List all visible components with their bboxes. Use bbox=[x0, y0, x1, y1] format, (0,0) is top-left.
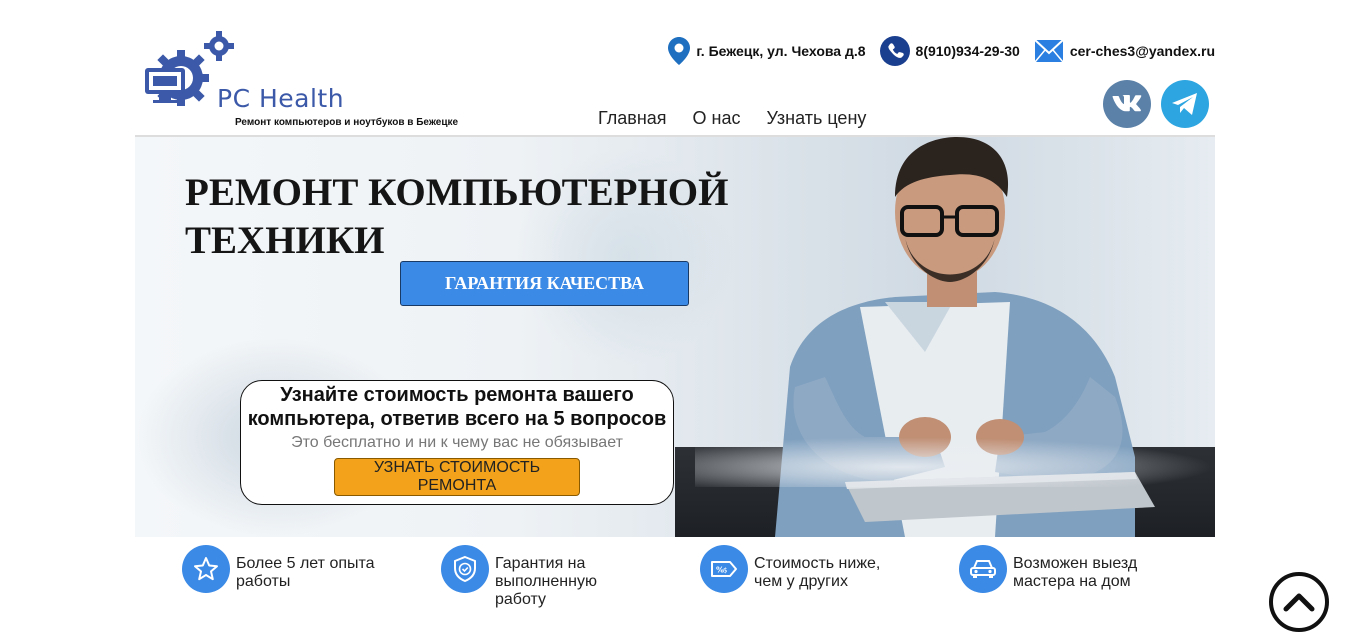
email-text: cer-ches3@yandex.ru bbox=[1069, 43, 1215, 59]
hero-dust bbox=[695, 437, 1215, 487]
logo[interactable]: PC Health Ремонт компьютеров и ноутбуков… bbox=[139, 30, 479, 130]
features-row: Более 5 лет опыта работы Гарантия на вып… bbox=[182, 545, 1222, 641]
feature-icon-badge bbox=[959, 545, 1007, 593]
guarantee-button[interactable]: ГАРАНТИЯ КАЧЕСТВА bbox=[400, 261, 689, 306]
feature-icon-badge bbox=[182, 545, 230, 593]
feature-text: Гарантия на выполненную работу bbox=[495, 555, 597, 608]
logo-title: PC Health bbox=[217, 84, 345, 113]
hero-title-line1: РЕМОНТ КОМПЬЮТЕРНОЙ bbox=[185, 171, 729, 214]
site-header: PC Health Ремонт компьютеров и ноутбуков… bbox=[135, 0, 1215, 137]
vk-button[interactable] bbox=[1103, 80, 1151, 128]
hero-banner: РЕМОНТ КОМПЬЮТЕРНОЙ ТЕХНИКИ ГАРАНТИЯ КАЧ… bbox=[135, 137, 1215, 537]
vk-icon bbox=[1112, 95, 1142, 112]
nav-about[interactable]: О нас bbox=[693, 108, 741, 129]
feature-icon-badge: % $ bbox=[700, 545, 748, 593]
scroll-to-top-button[interactable] bbox=[1269, 572, 1329, 632]
hero-title: РЕМОНТ КОМПЬЮТЕРНОЙ ТЕХНИКИ bbox=[185, 169, 785, 265]
telegram-button[interactable] bbox=[1161, 80, 1209, 128]
contact-phone[interactable]: 8(910)934-29-30 bbox=[879, 36, 1020, 66]
feature-price: % $ Стоимость ниже, чем у других bbox=[700, 545, 904, 593]
nav-home[interactable]: Главная bbox=[598, 108, 667, 129]
feature-guarantee: Гарантия на выполненную работу bbox=[441, 545, 615, 609]
quiz-subtitle: Это бесплатно и ни к чему вас не обязыва… bbox=[291, 434, 623, 451]
contacts-bar: г. Бежецк, ул. Чехова д.8 8(910)934-29-3… bbox=[654, 34, 1215, 68]
chevron-up-icon bbox=[1283, 593, 1315, 612]
telegram-icon bbox=[1172, 93, 1197, 115]
logo-subtitle: Ремонт компьютеров и ноутбуков в Бежецке bbox=[235, 117, 459, 128]
feature-text: Стоимость ниже, чем у других bbox=[754, 555, 881, 590]
quiz-card: Узнайте стоимость ремонта вашего компьют… bbox=[240, 380, 674, 505]
contact-email[interactable]: cer-ches3@yandex.ru bbox=[1034, 38, 1215, 64]
mail-icon bbox=[1034, 39, 1064, 63]
feature-home-visit: Возможен выезд мастера на дом bbox=[959, 545, 1153, 593]
get-price-button[interactable]: УЗНАТЬ СТОИМОСТЬ РЕМОНТА bbox=[334, 458, 580, 496]
address-text: г. Бежецк, ул. Чехова д.8 bbox=[696, 43, 866, 59]
phone-icon bbox=[879, 36, 910, 66]
quiz-title: Узнайте стоимость ремонта вашего компьют… bbox=[247, 384, 667, 430]
star-icon bbox=[194, 557, 218, 581]
nav-price[interactable]: Узнать цену bbox=[766, 108, 866, 129]
feature-icon-badge bbox=[441, 545, 489, 593]
car-icon bbox=[970, 560, 996, 578]
phone-text: 8(910)934-29-30 bbox=[915, 43, 1020, 59]
location-pin-icon bbox=[668, 37, 691, 65]
contact-address: г. Бежецк, ул. Чехова д.8 bbox=[668, 37, 866, 65]
feature-text: Возможен выезд мастера на дом bbox=[1013, 555, 1138, 590]
shield-check-icon bbox=[454, 555, 476, 583]
main-nav: Главная О нас Узнать цену bbox=[598, 108, 892, 129]
svg-text:$: $ bbox=[723, 567, 727, 575]
hero-title-line2: ТЕХНИКИ bbox=[185, 219, 385, 262]
feature-experience: Более 5 лет опыта работы bbox=[182, 545, 386, 593]
discount-tag-icon: % $ bbox=[711, 561, 737, 577]
social-links bbox=[1093, 80, 1209, 128]
feature-text: Более 5 лет опыта работы bbox=[236, 555, 375, 590]
